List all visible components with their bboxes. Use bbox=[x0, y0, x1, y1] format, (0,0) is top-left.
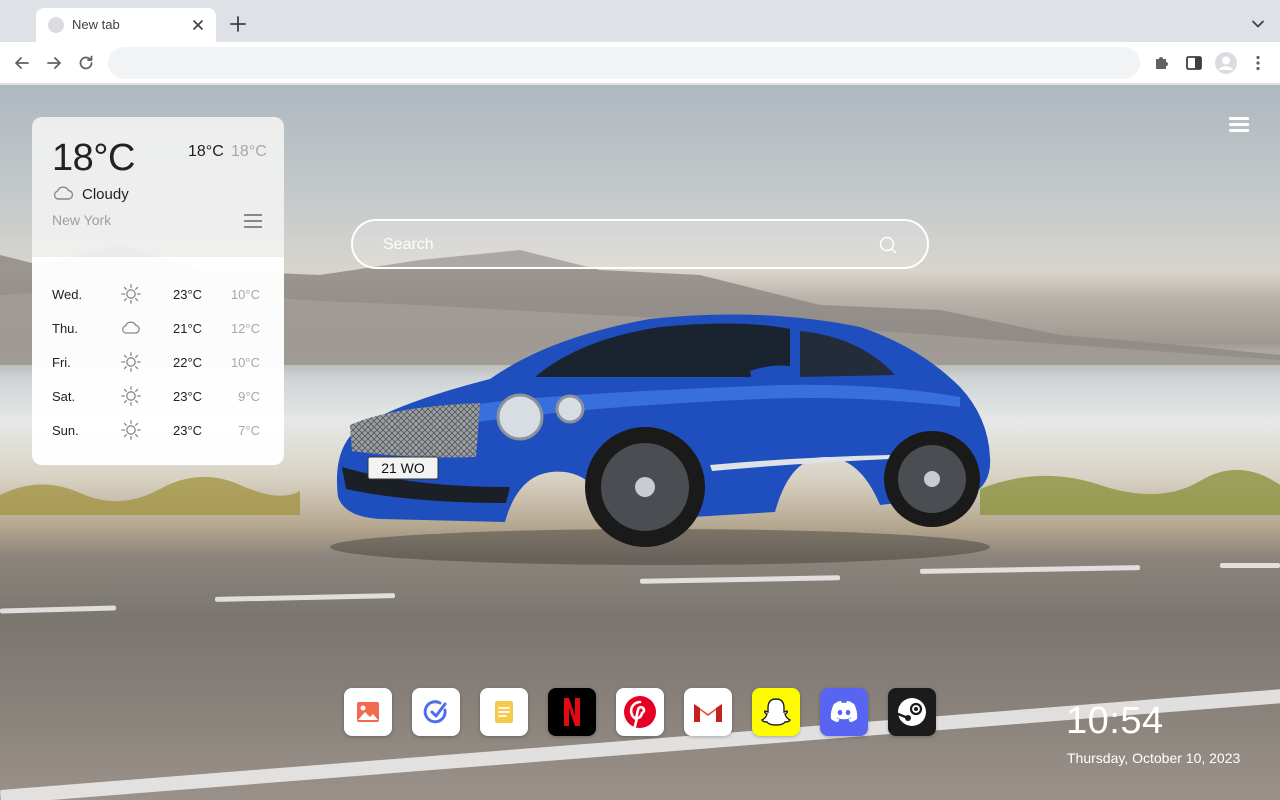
forecast-high: 22°C bbox=[173, 355, 203, 370]
tab-new-tab[interactable]: New tab bbox=[36, 8, 216, 42]
browser-toolbar bbox=[0, 42, 1280, 84]
forecast-row: Thu. 21°C 12°C bbox=[32, 311, 284, 345]
back-icon[interactable] bbox=[12, 53, 32, 73]
forecast-high: 23°C bbox=[173, 287, 203, 302]
forecast-row: Sun. 23°C 7°C bbox=[32, 413, 284, 447]
today-high: 18°C bbox=[188, 143, 224, 160]
sun-icon bbox=[121, 420, 141, 440]
search-box[interactable] bbox=[351, 219, 929, 269]
check-circle-icon bbox=[423, 700, 447, 724]
discord-icon bbox=[830, 701, 858, 722]
profile-icon[interactable] bbox=[1214, 51, 1238, 75]
tab-strip: New tab bbox=[0, 0, 1280, 42]
tab-favicon-icon bbox=[48, 17, 64, 33]
more-vert-icon[interactable] bbox=[1248, 53, 1268, 73]
license-plate: 21 WO bbox=[381, 460, 425, 476]
weather-menu-icon[interactable] bbox=[244, 214, 262, 228]
forecast-high: 21°C bbox=[173, 321, 203, 336]
forecast-day: Sat. bbox=[52, 389, 76, 404]
dock-photos[interactable] bbox=[344, 688, 392, 736]
sun-icon bbox=[121, 386, 141, 406]
road-marking bbox=[639, 575, 841, 584]
notes-icon bbox=[495, 701, 513, 723]
tab-title: New tab bbox=[72, 17, 120, 32]
forecast-row: Sat. 23°C 9°C bbox=[32, 379, 284, 413]
forecast-row: Fri. 22°C 10°C bbox=[32, 345, 284, 379]
side-panel-icon[interactable] bbox=[1184, 53, 1204, 73]
weather-forecast: Wed. 23°C 10°C Thu. 21°C 12°C Fri. 22°C 10°C Sat.… bbox=[32, 257, 284, 465]
pinterest-icon bbox=[624, 696, 656, 728]
road-marking bbox=[1220, 563, 1280, 568]
forecast-day: Fri. bbox=[52, 355, 71, 370]
sun-icon bbox=[121, 284, 141, 304]
dock-discord[interactable] bbox=[820, 688, 868, 736]
dock-tasks[interactable] bbox=[412, 688, 460, 736]
chevron-down-icon[interactable] bbox=[1250, 16, 1266, 32]
steam-icon bbox=[896, 698, 926, 726]
forecast-low: 9°C bbox=[238, 389, 260, 404]
current-temperature: 18°C bbox=[52, 137, 135, 179]
forecast-low: 12°C bbox=[230, 321, 260, 336]
forecast-low: 7°C bbox=[238, 423, 260, 438]
road-marking bbox=[0, 605, 117, 614]
address-bar[interactable] bbox=[108, 47, 1140, 79]
forward-icon[interactable] bbox=[44, 53, 64, 73]
netflix-icon bbox=[564, 698, 580, 726]
snapchat-icon bbox=[761, 698, 791, 726]
forecast-day: Thu. bbox=[52, 321, 79, 336]
dock-pinterest[interactable] bbox=[616, 688, 664, 736]
dock-notes[interactable] bbox=[480, 688, 528, 736]
forecast-low: 10°C bbox=[230, 355, 260, 370]
weather-current: 18°C 18°C 18°C Cloudy New York bbox=[32, 117, 284, 257]
main-menu-icon[interactable] bbox=[1229, 117, 1249, 133]
clock-date: Thursday, October 10, 2023 bbox=[1067, 750, 1241, 766]
forecast-day: Wed. bbox=[52, 287, 83, 302]
forecast-high: 23°C bbox=[173, 389, 203, 404]
weather-condition: Cloudy bbox=[82, 186, 129, 203]
gmail-icon bbox=[694, 704, 722, 722]
car-image: 21 WO bbox=[330, 314, 991, 565]
cloud-icon bbox=[53, 186, 74, 200]
clock-time: 10:54 bbox=[1066, 700, 1164, 742]
puzzle-icon[interactable] bbox=[1152, 53, 1172, 73]
plus-icon[interactable] bbox=[228, 14, 248, 34]
reload-icon[interactable] bbox=[76, 53, 96, 73]
road-marking bbox=[214, 593, 396, 602]
photo-icon bbox=[357, 702, 379, 722]
weather-city: New York bbox=[52, 212, 112, 228]
forecast-row: Wed. 23°C 10°C bbox=[32, 277, 284, 311]
forecast-day: Sun. bbox=[52, 423, 79, 438]
sun-icon bbox=[121, 352, 141, 372]
weather-widget: 18°C 18°C 18°C Cloudy New York Wed. 23°C 1… bbox=[32, 117, 284, 465]
dock-netflix[interactable] bbox=[548, 688, 596, 736]
today-low: 18°C bbox=[231, 143, 267, 160]
cloud-icon bbox=[122, 321, 140, 334]
search-input[interactable] bbox=[383, 233, 863, 257]
close-icon[interactable] bbox=[190, 17, 206, 33]
search-icon[interactable] bbox=[878, 235, 898, 255]
dock-snapchat[interactable] bbox=[752, 688, 800, 736]
forecast-high: 23°C bbox=[173, 423, 203, 438]
dock-gmail[interactable] bbox=[684, 688, 732, 736]
forecast-low: 10°C bbox=[230, 287, 260, 302]
dock-steam[interactable] bbox=[888, 688, 936, 736]
